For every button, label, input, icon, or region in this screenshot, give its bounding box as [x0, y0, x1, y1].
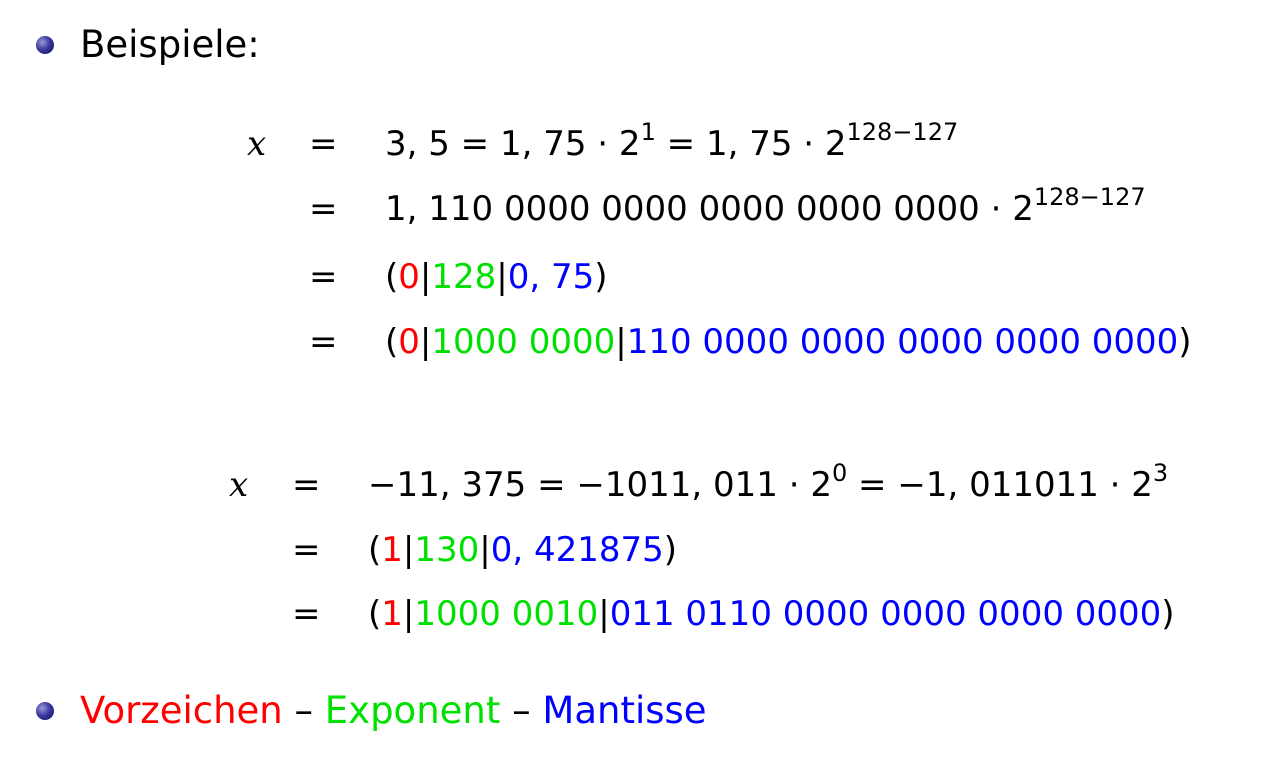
- mantissa-bits: 011 0110 0000 0000 0000 0000: [609, 594, 1162, 634]
- example-1-line-2: 1, 110 0000 0000 0000 0000 0000 · 2128−1…: [385, 185, 1146, 229]
- example-1-eq-1: =: [309, 124, 338, 164]
- legend-exponent: Exponent: [324, 689, 501, 732]
- bullet-dot-icon: [36, 35, 54, 54]
- example-2-line-1-sup-2: 3: [1152, 459, 1169, 487]
- example-1-eq-4: =: [309, 322, 338, 362]
- example-1-line-1-sup-2: 128−127: [846, 118, 959, 146]
- examples-label: Beispiele:: [80, 23, 260, 66]
- bullet-examples: Beispiele:: [36, 26, 260, 63]
- bullet-dot-icon: [36, 701, 54, 720]
- separator-bar: |: [496, 257, 508, 297]
- example-2-line-1-b: = −1, 011011 · 2: [847, 465, 1153, 505]
- example-1-line-2-a: 1, 110 0000 0000 0000 0000 0000 · 2: [385, 189, 1034, 229]
- example-2-line-1: −11, 375 = −1011, 011 · 20 = −1, 011011 …: [368, 461, 1168, 505]
- mantissa-value: 0, 75: [507, 257, 595, 297]
- example-1-line-3: (0|128|0, 75): [385, 257, 608, 297]
- sign-bit: 1: [381, 530, 403, 570]
- bullet-legend: Vorzeichen – Exponent – Mantisse: [36, 692, 707, 729]
- example-1-eq-3: =: [309, 257, 338, 297]
- paren-open: (: [385, 257, 399, 297]
- example-2-eq-2: =: [292, 530, 321, 570]
- example-2-eq-3: =: [292, 594, 321, 634]
- separator-bar: |: [419, 322, 432, 362]
- example-1-line-1-sup-1: 1: [640, 118, 656, 146]
- paren-open: (: [368, 530, 382, 570]
- separator-bar: |: [479, 530, 491, 570]
- example-1-line-4: (0|1000 0000|110 0000 0000 0000 0000 000…: [385, 322, 1192, 362]
- separator-bar: |: [615, 322, 627, 362]
- separator-bar: |: [402, 530, 415, 570]
- paren-close: ): [663, 530, 678, 570]
- legend-dash-1: –: [282, 689, 325, 732]
- exponent-value: 130: [414, 530, 480, 570]
- separator-bar: |: [402, 594, 415, 634]
- example-1-line-1: 3, 5 = 1, 75 · 21 = 1, 75 · 2128−127: [385, 120, 958, 164]
- example-1-eq-2: =: [309, 189, 338, 229]
- mantissa-bits: 110 0000 0000 0000 0000 0000: [626, 322, 1179, 362]
- separator-bar: |: [598, 594, 610, 634]
- example-1-line-2-sup: 128−127: [1033, 183, 1146, 211]
- example-1-line-1-b: = 1, 75 · 2: [655, 124, 847, 164]
- sign-bit: 1: [381, 594, 403, 634]
- paren-open: (: [368, 594, 382, 634]
- paren-close: ): [594, 257, 608, 297]
- example-2-lhs: x: [229, 465, 249, 505]
- separator-bar: |: [419, 257, 432, 297]
- exponent-bits: 1000 0000: [431, 322, 616, 362]
- exponent-bits: 1000 0010: [414, 594, 599, 634]
- sign-bit: 0: [398, 257, 420, 297]
- mantissa-value: 0, 421875: [490, 530, 664, 570]
- exponent-value: 128: [431, 257, 497, 297]
- paren-close: ): [1178, 322, 1192, 362]
- legend-sign: Vorzeichen: [80, 689, 283, 732]
- example-2-line-1-a: −11, 375 = −1011, 011 · 2: [368, 465, 832, 505]
- legend-dash-2: –: [500, 689, 543, 732]
- example-1-lhs: x: [247, 124, 267, 164]
- paren-close: ): [1161, 594, 1175, 634]
- example-2-eq-1: =: [292, 465, 321, 505]
- example-2-line-2: (1|130|0, 421875): [368, 530, 677, 570]
- example-2-line-3: (1|1000 0010|011 0110 0000 0000 0000 000…: [368, 594, 1175, 634]
- sign-bit: 0: [398, 322, 420, 362]
- example-2-line-1-sup-1: 0: [831, 459, 848, 487]
- example-1-line-1-a: 3, 5 = 1, 75 · 2: [385, 124, 641, 164]
- paren-open: (: [385, 322, 399, 362]
- legend-mantissa: Mantisse: [542, 689, 707, 732]
